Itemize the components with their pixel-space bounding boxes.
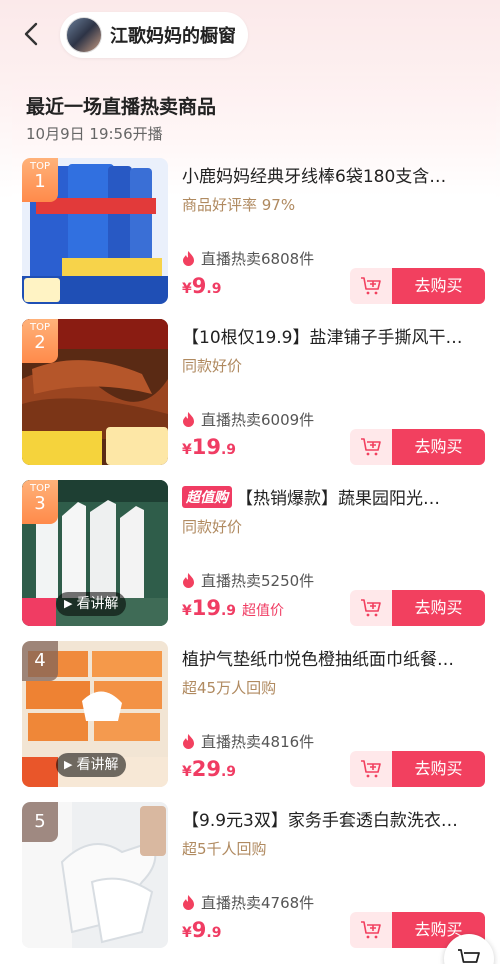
hot-products-card: 最近一场直播热卖商品 10月9日 19:56开播 TOP 1 小鹿妈妈经典牙线棒… <box>12 76 496 964</box>
product-title[interactable]: 超值购 【热销爆款】蔬果园阳光… <box>182 484 482 509</box>
product-badge-text: 同款好价 <box>182 518 243 536</box>
add-to-cart-button[interactable] <box>350 268 392 304</box>
product-price: ¥19.9 <box>182 435 237 459</box>
fire-icon <box>183 734 194 749</box>
product-item[interactable]: TOP 1 小鹿妈妈经典牙线棒6袋180支含… 商品好评率 97% 直播热卖68… <box>22 158 496 308</box>
repurchase-text: 超45万人回购 <box>182 679 277 697</box>
product-image[interactable]: TOP 3 ▶ 看讲解 <box>22 480 168 626</box>
product-rating: 商品好评率 97% <box>182 196 296 214</box>
product-image[interactable]: 4 ▶ 看讲解 <box>22 641 168 787</box>
play-icon: ▶ <box>64 758 73 771</box>
product-item[interactable]: TOP 2 【10根仅19.9】盐津铺子手撕风干… 同款好价 直播热卖6009件… <box>22 319 496 469</box>
add-to-cart-button[interactable] <box>350 429 392 465</box>
watch-explain-button[interactable]: ▶ 看讲解 <box>56 753 127 777</box>
product-price: ¥29.9 <box>182 757 237 781</box>
repurchase-text: 超5千人回购 <box>182 840 267 858</box>
cart-icon <box>458 949 480 963</box>
product-title[interactable]: 植护气垫纸巾悦色橙抽纸面巾纸餐… <box>182 645 482 670</box>
product-image[interactable]: TOP 1 <box>22 158 168 304</box>
add-to-cart-button[interactable] <box>350 751 392 787</box>
value-deal-tag: 超值购 <box>182 486 232 508</box>
play-icon: ▶ <box>64 597 73 610</box>
add-to-cart-button[interactable] <box>350 590 392 626</box>
product-image[interactable]: TOP 2 <box>22 319 168 465</box>
product-price: ¥9.9 <box>182 274 222 298</box>
product-badge-text: 同款好价 <box>182 357 243 375</box>
product-title[interactable]: 【10根仅19.9】盐津铺子手撕风干… <box>182 323 482 348</box>
product-item[interactable]: 4 ▶ 看讲解 植护气垫纸巾悦色橙抽纸面巾纸餐… 超45万人回购 直播热卖481… <box>22 641 496 791</box>
shop-name: 江歌妈妈的橱窗 <box>110 26 236 47</box>
rank-badge: TOP 2 <box>22 319 58 363</box>
buy-button[interactable]: 去购买 <box>392 751 485 787</box>
fire-icon <box>183 412 194 427</box>
cart-plus-icon <box>361 438 381 456</box>
product-title[interactable]: 【9.9元3双】家务手套透白款洗衣… <box>182 806 482 831</box>
back-button[interactable] <box>18 18 46 50</box>
top-bar: 江歌妈妈的橱窗 <box>0 0 500 72</box>
rank-badge: 5 <box>22 802 58 842</box>
product-price: ¥19.9 超值价 <box>182 596 285 620</box>
hot-sales: 直播热卖4768件 <box>182 892 314 913</box>
buy-button[interactable]: 去购买 <box>392 590 485 626</box>
section-title: 最近一场直播热卖商品 <box>26 96 217 118</box>
fire-icon <box>183 895 194 910</box>
fire-icon <box>183 251 194 266</box>
cart-plus-icon <box>361 599 381 617</box>
live-start-time: 10月9日 19:56开播 <box>26 125 163 143</box>
rank-badge: TOP 1 <box>22 158 58 202</box>
shop-pill[interactable]: 江歌妈妈的橱窗 <box>60 12 248 58</box>
cart-plus-icon <box>361 921 381 939</box>
cart-plus-icon <box>361 277 381 295</box>
hot-sales: 直播热卖4816件 <box>182 731 314 752</box>
fire-icon <box>183 573 194 588</box>
rank-badge: TOP 3 <box>22 480 58 524</box>
product-image[interactable]: 5 <box>22 802 168 948</box>
product-item[interactable]: TOP 3 ▶ 看讲解 超值购 【热销爆款】蔬果园阳光… 同款好价 直播热卖525… <box>22 480 496 630</box>
chevron-left-icon <box>24 22 38 46</box>
product-price: ¥9.9 <box>182 918 222 942</box>
rank-badge: 4 <box>22 641 58 681</box>
hot-sales: 直播热卖6009件 <box>182 409 314 430</box>
buy-button[interactable]: 去购买 <box>392 429 485 465</box>
hot-sales: 直播热卖6808件 <box>182 248 314 269</box>
product-title[interactable]: 小鹿妈妈经典牙线棒6袋180支含… <box>182 162 482 187</box>
add-to-cart-button[interactable] <box>350 912 392 948</box>
watch-explain-button[interactable]: ▶ 看讲解 <box>56 592 127 616</box>
hot-sales: 直播热卖5250件 <box>182 570 314 591</box>
avatar <box>66 17 102 53</box>
cart-plus-icon <box>361 760 381 778</box>
product-item[interactable]: 5 【9.9元3双】家务手套透白款洗衣… 超5千人回购 直播热卖4768件 ¥9… <box>22 802 496 952</box>
buy-button[interactable]: 去购买 <box>392 268 485 304</box>
